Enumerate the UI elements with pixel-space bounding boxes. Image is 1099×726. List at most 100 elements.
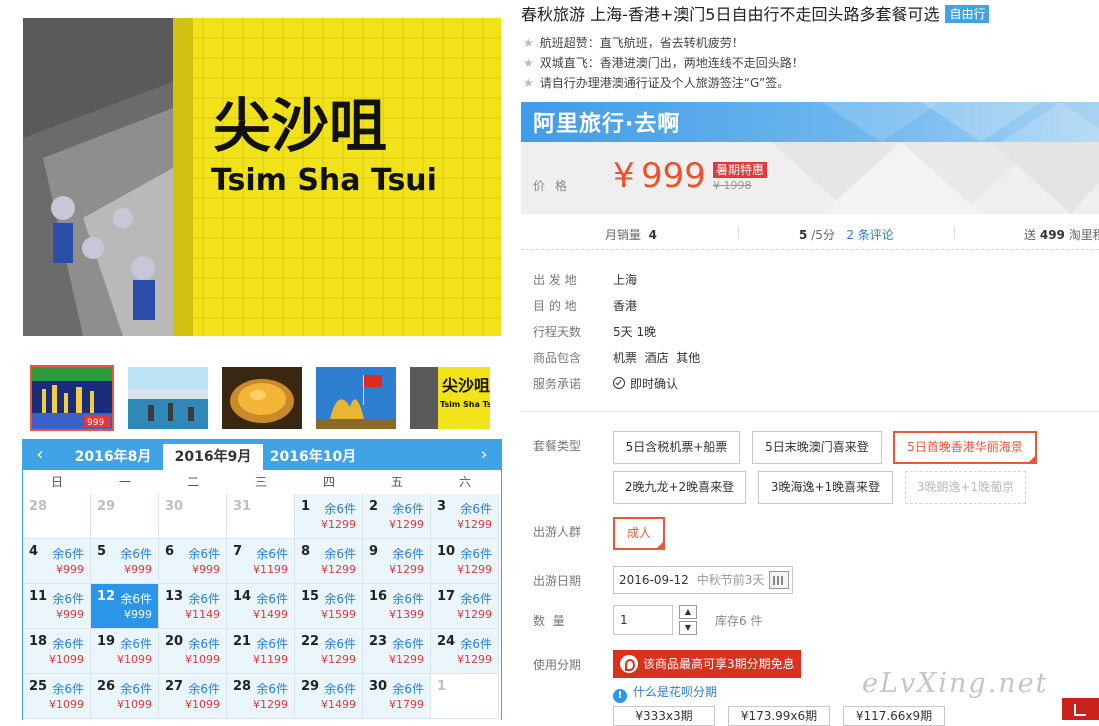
day-price: ¥1299 <box>389 518 424 531</box>
calendar-day-cell[interactable]: 18 余6件 ¥1099 <box>23 629 91 674</box>
day-price: ¥1099 <box>117 698 152 711</box>
calendar-day-cell[interactable]: 8 余6件 ¥1299 <box>295 539 363 584</box>
thumbnail-4-image <box>316 367 396 429</box>
thumbnail-2[interactable] <box>128 367 208 429</box>
quantity-decrease-button[interactable]: ▼ <box>679 621 697 635</box>
calendar-day-cell[interactable]: 25 余6件 ¥1099 <box>23 674 91 719</box>
calendar-day-cell[interactable]: 15 余6件 ¥1599 <box>295 584 363 629</box>
calendar-day-cell[interactable]: 4 余6件 ¥999 <box>23 539 91 584</box>
quantity-label: 数 量 <box>533 614 565 628</box>
feature-text: 请自行办理港澳通行证及个人旅游签注“G”签。 <box>539 76 790 90</box>
calendar-day-cell: 29 <box>91 494 159 539</box>
calendar-day-cell[interactable]: 20 余6件 ¥1099 <box>159 629 227 674</box>
travel-date-input[interactable]: 2016-09-12 中秋节前3天 <box>613 566 793 594</box>
calendar-day-cell[interactable]: 6 余6件 ¥999 <box>159 539 227 584</box>
calendar-next-month-button[interactable]: › <box>469 443 499 467</box>
calendar-day-cell[interactable]: 2 余6件 ¥1299 <box>363 494 431 539</box>
thumbnail-sign-english: Tsim Sha Tsui <box>440 400 490 409</box>
calendar-day-cell[interactable]: 22 余6件 ¥1299 <box>295 629 363 674</box>
monthly-sales: 月销量 4 <box>605 226 657 243</box>
package-option-2[interactable]: 5日末晚澳门喜来登 <box>752 431 882 464</box>
monthly-sales-value: 4 <box>648 228 658 242</box>
day-number: 17 <box>437 589 456 604</box>
package-option-1[interactable]: 5日含税机票+船票 <box>613 431 740 464</box>
calendar-day-cell[interactable]: 24 余6件 ¥1299 <box>431 629 499 674</box>
thumbnail-1-image: 999 <box>32 367 112 429</box>
day-price: ¥1099 <box>117 653 152 666</box>
detail-value: 机票 酒店 其他 <box>613 351 701 365</box>
calendar-day-cell[interactable]: 3 余6件 ¥1299 <box>431 494 499 539</box>
day-number: 5 <box>97 544 107 559</box>
day-stock: 余6件 <box>460 502 492 516</box>
calendar-day-cell[interactable]: 26 余6件 ¥1099 <box>91 674 159 719</box>
day-number: 23 <box>369 634 388 649</box>
thumbnail-2-image <box>128 367 208 429</box>
brand-bar: 阿里旅行·去啊 <box>521 102 1099 142</box>
calendar-day-cell[interactable]: 23 余6件 ¥1299 <box>363 629 431 674</box>
thumbnail-4[interactable] <box>316 367 396 429</box>
monthly-sales-label: 月销量 <box>605 228 642 242</box>
calendar-month-tab-3[interactable]: 2016年10月 <box>263 444 363 470</box>
calendar-day-cell[interactable]: 29 余6件 ¥1499 <box>295 674 363 719</box>
package-option-6: 3晚朗逸+1晚葡京 <box>905 471 1026 504</box>
calendar-day-cell[interactable]: 28 余6件 ¥1299 <box>227 674 295 719</box>
star-icon: ★ <box>523 56 534 70</box>
thumbnail-3[interactable] <box>222 367 302 429</box>
corner-feedback-button[interactable] <box>1062 698 1099 720</box>
calendar-day-cell[interactable]: 19 余6件 ¥1099 <box>91 629 159 674</box>
day-number: 13 <box>165 589 184 604</box>
calendar-day-cell[interactable]: 1 余6件 ¥1299 <box>295 494 363 539</box>
thumbnail-5[interactable]: 尖沙咀 Tsim Sha Tsui <box>410 367 490 429</box>
day-price: ¥1799 <box>389 698 424 711</box>
station-sign-english: Tsim Sha Tsui <box>211 163 437 198</box>
weekday-header: 五 <box>390 475 403 489</box>
calendar-day-cell[interactable]: 13 余6件 ¥1149 <box>159 584 227 629</box>
calendar-day-cell[interactable]: 5 余6件 ¥999 <box>91 539 159 584</box>
day-number: 7 <box>233 544 243 559</box>
calendar-day-cell[interactable]: 7 余6件 ¥1199 <box>227 539 295 584</box>
traveler-option-adult[interactable]: 成人 <box>613 517 665 550</box>
thumbnail-1[interactable]: 999 <box>30 365 114 431</box>
price-box: 阿里旅行·去啊 价格 ¥ 999 暑期特惠 ¥ 1998 <box>521 102 1099 214</box>
calendar-day-cell[interactable]: 12 余6件 ¥999 <box>91 584 159 629</box>
detail-duration: 行程天数 5天 1晚 <box>533 323 656 340</box>
day-price: ¥999 <box>124 608 152 621</box>
package-option-3[interactable]: 5日首晚香港华丽海景 <box>893 431 1037 464</box>
calendar-icon[interactable] <box>769 571 789 589</box>
day-price: ¥1399 <box>389 608 424 621</box>
calendar-day-cell[interactable]: 17 余6件 ¥1299 <box>431 584 499 629</box>
star-icon: ★ <box>523 36 534 50</box>
calendar-day-cell[interactable]: 14 余6件 ¥1499 <box>227 584 295 629</box>
stock-info: 库存6 件 <box>715 614 763 628</box>
calendar-month-tab-2[interactable]: 2016年9月 <box>163 444 263 470</box>
calendar-day-cell[interactable]: 27 余6件 ¥1099 <box>159 674 227 719</box>
calendar-day-cell[interactable]: 10 余6件 ¥1299 <box>431 539 499 584</box>
reviews-link[interactable]: 2 条评论 <box>846 228 893 242</box>
calendar-day-cell[interactable]: 11 余6件 ¥999 <box>23 584 91 629</box>
thumbnail-5-image: 尖沙咀 Tsim Sha Tsui <box>410 367 490 429</box>
calendar-day-cell[interactable]: 16 余6件 ¥1399 <box>363 584 431 629</box>
quantity-increase-button[interactable]: ▲ <box>679 605 697 619</box>
calendar-day-cell[interactable]: 9 余6件 ¥1299 <box>363 539 431 584</box>
calendar-month-tab-1[interactable]: 2016年8月 <box>63 444 163 470</box>
installment-plan-3[interactable]: ¥333x3期 <box>613 706 715 726</box>
points-value: 499 <box>1039 228 1065 242</box>
info-icon: ! <box>613 689 627 703</box>
package-option-5[interactable]: 3晚海逸+1晚喜来登 <box>758 471 893 504</box>
feature-item: ★ 双城直飞：香港进澳门出，两地连线不走回头路！ <box>523 54 804 71</box>
installment-plan-6[interactable]: ¥173.99x6期 <box>728 706 830 726</box>
day-stock: 余6件 <box>52 547 84 561</box>
quantity-input[interactable]: 1 <box>613 605 673 635</box>
calendar-day-cell[interactable]: 30 余6件 ¥1799 <box>363 674 431 719</box>
calendar-prev-month-button[interactable]: ‹ <box>25 443 55 467</box>
installment-label: 使用分期 <box>533 658 582 672</box>
calendar-day-cell[interactable]: 21 余6件 ¥1199 <box>227 629 295 674</box>
installment-plan-9[interactable]: ¥117.66x9期 <box>843 706 945 726</box>
package-option-4[interactable]: 2晚九龙+2晚喜来登 <box>613 471 746 504</box>
day-price: ¥1499 <box>253 608 288 621</box>
day-number: 10 <box>437 544 456 559</box>
installment-help[interactable]: ! 什么是花呗分期 <box>613 683 717 703</box>
day-number: 12 <box>97 589 116 604</box>
day-stock: 余6件 <box>188 592 220 606</box>
installment-help-link[interactable]: 什么是花呗分期 <box>633 685 717 699</box>
